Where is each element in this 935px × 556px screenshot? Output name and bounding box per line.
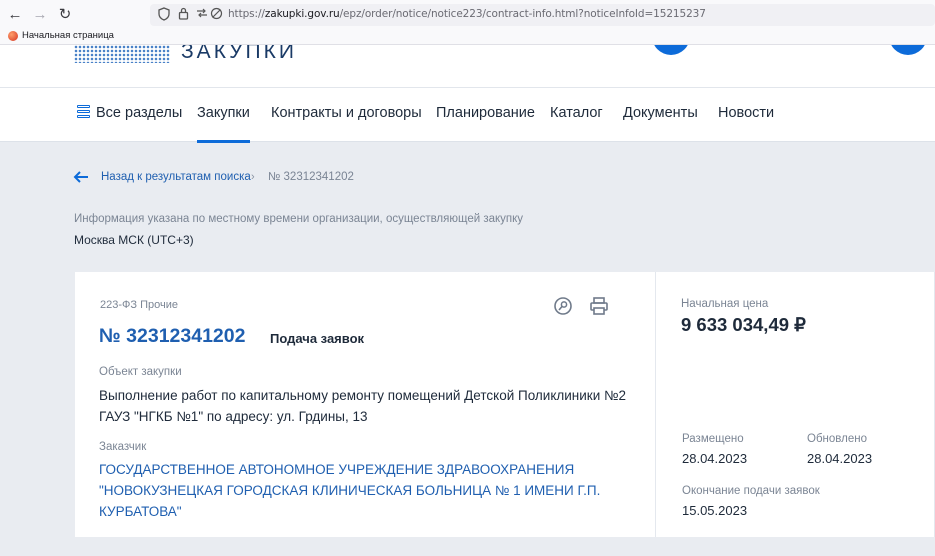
print-icon[interactable] xyxy=(589,296,609,316)
law-tag: 223-ФЗ Прочие xyxy=(100,299,178,311)
nav-item-planning[interactable]: Планирование xyxy=(436,105,535,121)
deadline-value: 15.05.2023 xyxy=(682,503,748,518)
back-to-results-link[interactable]: Назад к результатам поиска xyxy=(101,171,251,183)
browser-toolbar: ← → ↻ https://zakupki.gov.ru/epz/order/n… xyxy=(0,0,935,29)
address-bar[interactable]: https://zakupki.gov.ru/epz/order/notice/… xyxy=(150,4,935,26)
url-text[interactable]: https://zakupki.gov.ru/epz/order/notice/… xyxy=(228,8,706,20)
nav-item-catalog[interactable]: Каталог xyxy=(550,105,603,121)
site-logo-text[interactable]: ЗАКУПКИ xyxy=(181,45,297,64)
customer-label: Заказчик xyxy=(99,441,147,453)
sections-icon xyxy=(77,105,90,119)
forward-icon[interactable]: → xyxy=(31,6,49,24)
timezone-note: Информация указана по местному времени о… xyxy=(74,213,524,225)
card-divider xyxy=(655,272,656,537)
nav-all-sections[interactable]: Все разделы xyxy=(77,105,182,121)
header-profile-button[interactable] xyxy=(889,45,927,55)
breadcrumb-current: № 32312341202 xyxy=(268,171,354,183)
notice-card: 223-ФЗ Прочие № 32312341202 Подача заяво… xyxy=(75,272,935,537)
main-navigation: Все разделы Закупки Контракты и договоры… xyxy=(0,88,935,143)
deadline-label: Окончание подачи заявок xyxy=(682,485,820,497)
nav-item-contracts[interactable]: Контракты и договоры xyxy=(271,105,422,121)
posted-value: 28.04.2023 xyxy=(682,451,748,466)
logo-map-icon[interactable] xyxy=(74,45,170,63)
watch-icon[interactable] xyxy=(553,296,573,316)
lock-icon[interactable] xyxy=(178,7,189,24)
nav-item-news[interactable]: Новости xyxy=(718,105,774,121)
tracking-icon[interactable] xyxy=(210,7,223,24)
bookmark-label: Начальная страница xyxy=(22,30,114,41)
updated-value: 28.04.2023 xyxy=(807,451,873,466)
reload-icon[interactable]: ↻ xyxy=(56,6,74,24)
nav-item-purchases[interactable]: Закупки xyxy=(197,105,250,143)
permissions-icon[interactable] xyxy=(196,7,208,23)
bookmarks-bar: Начальная страница xyxy=(0,29,935,45)
firefox-icon xyxy=(8,30,18,41)
customer-link[interactable]: ГОСУДАРСТВЕННОЕ АВТОНОМНОЕ УЧРЕЖДЕНИЕ ЗД… xyxy=(99,459,644,522)
object-text: Выполнение работ по капитальному ремонту… xyxy=(99,388,626,424)
header-action-button[interactable] xyxy=(652,45,690,55)
updated-label: Обновлено xyxy=(807,433,867,445)
price-label: Начальная цена xyxy=(681,298,769,310)
posted-label: Размещено xyxy=(682,433,744,445)
timezone-value: Москва МСК (UTC+3) xyxy=(74,233,194,247)
nav-item-documents[interactable]: Документы xyxy=(623,105,698,121)
bookmark-home[interactable]: Начальная страница xyxy=(8,30,114,41)
back-icon[interactable]: ← xyxy=(6,6,24,24)
notice-stage: Подача заявок xyxy=(270,331,365,346)
site-header: ЗАКУПКИ xyxy=(0,45,935,88)
back-arrow-icon[interactable] xyxy=(73,170,89,188)
shield-icon[interactable] xyxy=(158,7,170,25)
notice-number-link[interactable]: № 32312341202 xyxy=(99,325,245,348)
breadcrumb-separator: › xyxy=(251,171,255,183)
price-value: 9 633 034,49 ₽ xyxy=(681,314,806,335)
object-label: Объект закупки xyxy=(99,366,182,378)
nav-all-sections-label: Все разделы xyxy=(96,105,183,121)
